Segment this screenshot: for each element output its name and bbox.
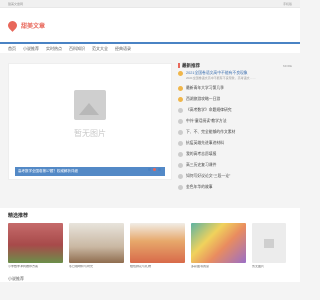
slider-dot[interactable] xyxy=(158,168,161,171)
site-name-small[interactable]: 甜美文章网 xyxy=(8,2,23,6)
list-item-text: 最新青年大学习第几季 xyxy=(186,86,224,90)
featured-image[interactable] xyxy=(8,223,63,263)
bullet-icon xyxy=(178,86,183,91)
featured-caption[interactable]: 小学数学冲刺推荐方案 xyxy=(8,265,63,272)
main-nav: 首页 小说推荐 实时热点 百科知识 范文大全 经典语录 xyxy=(0,42,300,53)
featured-caption[interactable]: 橙色鲜花与礼物 xyxy=(130,265,185,272)
bottom-section-title: 小说推荐 xyxy=(0,276,300,282)
nav-item-hot[interactable]: 实时热点 xyxy=(46,46,62,52)
list-item-sub: 2021全国卷语文高中不能有不良现象，高考语文…… xyxy=(186,75,256,80)
nav-item-essays[interactable]: 范文大全 xyxy=(92,46,108,52)
list-item-text: 抗疫英雄先进事迹材料 xyxy=(186,141,224,145)
featured-card[interactable]: 暂无图片 xyxy=(252,223,286,272)
list-item-text: 如何写好议论文“三段一论” xyxy=(186,174,231,178)
image-icon xyxy=(264,238,274,248)
list-item[interactable]: 如何写好议论文“三段一论” xyxy=(178,174,292,179)
slider-dots xyxy=(148,168,161,171)
slider-caption[interactable]: 高考数学全国卷第17题？权威解析详细 xyxy=(15,167,165,176)
list-item-text: 西湖旅游攻略一日游 xyxy=(186,97,221,101)
bullet-icon xyxy=(178,152,183,157)
featured-image[interactable] xyxy=(130,223,185,263)
latest-header: 最新推荐 MORE xyxy=(178,63,292,69)
list-item-text: 《高考数学》命题规律研究 xyxy=(186,108,232,112)
featured-caption[interactable]: 暂无图片 xyxy=(252,265,286,272)
featured-image[interactable] xyxy=(191,223,246,263)
list-item[interactable]: 2021全国卷语文高中不能有不良现象 2021全国卷语文高中不能有不良现象，高考语… xyxy=(178,71,292,80)
nav-item-wiki[interactable]: 百科知识 xyxy=(69,46,85,52)
featured-card[interactable]: 冬日咖啡杯与时光 xyxy=(69,223,124,272)
list-item-text: 高三历史复习课件 xyxy=(186,163,217,167)
featured-caption[interactable]: 多彩图书阅读 xyxy=(191,265,246,272)
bullet-icon xyxy=(178,130,183,135)
featured-caption[interactable]: 冬日咖啡杯与时光 xyxy=(69,265,124,272)
bullet-icon xyxy=(178,141,183,146)
list-item-text: 中外“童话阅读”教学方法 xyxy=(186,119,227,123)
slider-dot[interactable] xyxy=(153,168,156,171)
latest-title: 最新推荐 xyxy=(182,63,200,68)
top-bar: 甜美文章网 手机版 xyxy=(0,0,300,8)
slider-placeholder: 暂无图片 xyxy=(9,64,171,164)
slider-dot[interactable] xyxy=(148,168,151,171)
featured-card[interactable]: 多彩图书阅读 xyxy=(191,223,246,272)
logo-text: 甜美文章 xyxy=(21,22,46,30)
featured-image[interactable] xyxy=(69,223,124,263)
list-item[interactable]: 金色年华的故事 xyxy=(178,185,292,190)
featured-card[interactable]: 小学数学冲刺推荐方案 xyxy=(8,223,63,272)
nav-item-home[interactable]: 首页 xyxy=(8,46,16,52)
title-bar-icon xyxy=(178,63,180,69)
featured-image-placeholder[interactable] xyxy=(252,223,286,263)
header: 甜美文章 xyxy=(0,8,300,42)
bullet-icon xyxy=(178,174,183,179)
list-item[interactable]: 下、不、完全能够的作文素材 xyxy=(178,130,292,135)
bullet-icon xyxy=(178,163,183,168)
list-item-text: 下、不、完全能够的作文素材 xyxy=(186,130,236,134)
slider[interactable]: 暂无图片 高考数学全国卷第17题？权威解析详细 xyxy=(8,63,172,180)
bullet-icon xyxy=(178,71,183,76)
bullet-icon xyxy=(178,119,183,124)
mobile-link[interactable]: 手机版 xyxy=(283,2,292,6)
nav-item-novels[interactable]: 小说推荐 xyxy=(23,46,39,52)
latest-list: 最新推荐 MORE 2021全国卷语文高中不能有不良现象 2021全国卷语文高中不… xyxy=(178,63,292,245)
placeholder-text: 暂无图片 xyxy=(74,128,106,138)
list-item-text: 2021全国卷语文高中不能有不良现象 xyxy=(186,71,248,75)
nav-item-quotes[interactable]: 经典语录 xyxy=(115,46,131,52)
list-item[interactable]: 《高考数学》命题规律研究 xyxy=(178,108,292,113)
list-item[interactable]: 西湖旅游攻略一日游 xyxy=(178,97,292,102)
list-item-text: 我的高考志愿填报 xyxy=(186,152,217,156)
list-item-text: 金色年华的故事 xyxy=(186,185,213,189)
list-item[interactable]: 抗疫英雄先进事迹材料 xyxy=(178,141,292,146)
featured-card[interactable]: 橙色鲜花与礼物 xyxy=(130,223,185,272)
list-item[interactable]: 高三历史复习课件 xyxy=(178,163,292,168)
bullet-icon xyxy=(178,108,183,113)
heart-icon xyxy=(6,18,19,32)
more-link[interactable]: MORE xyxy=(283,64,292,68)
list-item[interactable]: 我的高考志愿填报 xyxy=(178,152,292,157)
list-item[interactable]: 中外“童话阅读”教学方法 xyxy=(178,119,292,124)
list-item[interactable]: 最新青年大学习第几季 xyxy=(178,86,292,91)
bullet-icon xyxy=(178,97,183,102)
image-icon xyxy=(74,89,106,120)
bullet-icon xyxy=(178,185,183,190)
logo[interactable]: 甜美文章 xyxy=(6,18,46,32)
